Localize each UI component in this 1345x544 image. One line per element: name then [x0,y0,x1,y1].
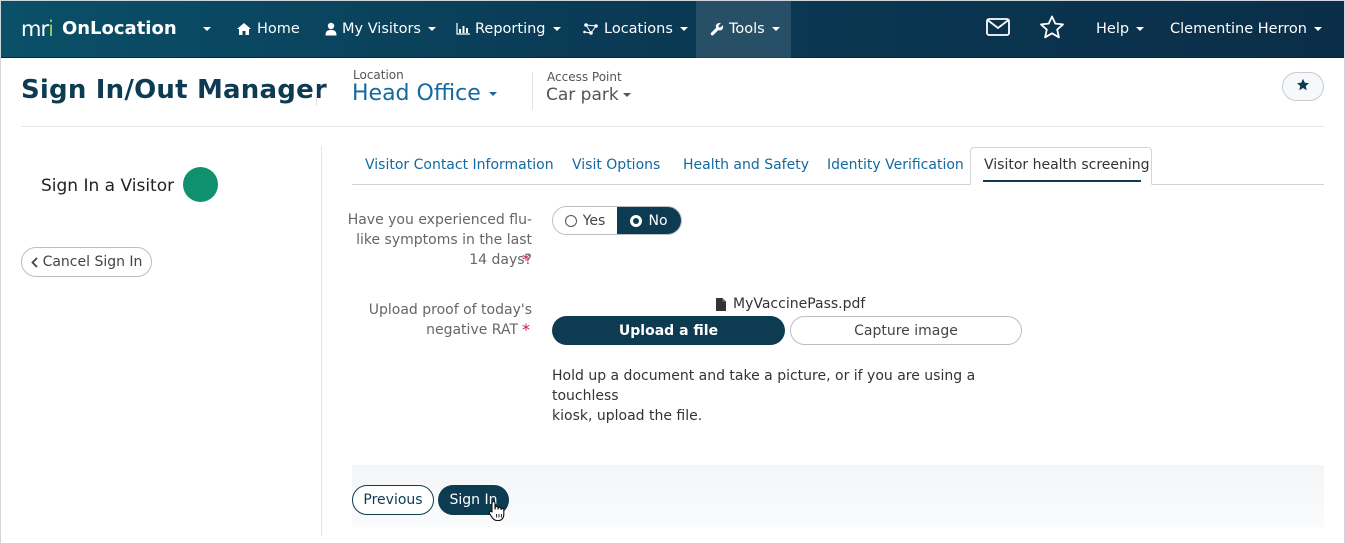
chevron-down-icon [1136,26,1145,31]
chevron-down-icon [488,91,497,96]
header-divider [316,82,317,106]
brand-name: OnLocation [61,18,177,39]
panel-divider [321,146,322,536]
tab-visitor-health-screening-label: Visitor health screening [984,157,1150,173]
rat-proof-label-line1: Upload proof of today's [368,302,532,318]
brand-menu-toggle[interactable] [196,0,211,57]
chevron-down-icon [428,26,436,31]
nav-locations-label: Locations [604,20,673,37]
active-tab-indicator [983,180,1141,182]
favorites-button[interactable] [1039,0,1065,57]
nav-tools-label: Tools [729,20,765,37]
chevron-down-icon [552,26,561,31]
home-icon [236,22,252,36]
option-yes-label: Yes [582,212,606,229]
required-asterisk: * [522,320,530,339]
wrench-icon [710,22,724,36]
envelope-icon [986,17,1010,40]
capture-image-button[interactable]: Capture image [790,316,1022,345]
star-outline-icon [1039,15,1065,43]
option-no[interactable]: No [617,207,681,234]
previous-button[interactable]: Previous [352,485,434,515]
file-icon [716,297,726,311]
radio-unchecked-icon [564,214,577,227]
hand-pointer-icon [488,500,506,526]
chevron-down-icon [771,26,780,31]
chevron-down-icon [622,93,631,97]
cancel-sign-in-button[interactable]: Cancel Sign In [21,247,152,277]
page-title: Sign In/Out Manager [21,75,327,105]
file-name: MyVaccinePass.pdf [733,296,866,312]
nav-home-label: Home [257,20,300,37]
tab-visit-options[interactable]: Visit Options [572,157,660,173]
tab-identity-verification[interactable]: Identity Verification [827,157,964,173]
radio-checked-icon [630,214,643,227]
nav-my-visitors-label: My Visitors [342,20,421,37]
bar-chart-icon [456,22,470,35]
chevron-down-icon [203,26,211,31]
flu-symptoms-label-line2: like symptoms in the last [356,232,532,248]
user-name: Clementine Herron [1170,20,1307,37]
location-value: Head Office [352,81,481,106]
header-rule [21,126,1324,127]
flu-symptoms-label-end: 14 days? [322,250,532,270]
chevron-left-icon [30,256,38,268]
access-point-selector[interactable]: Car park [546,85,631,105]
app-logo[interactable]: mri OnLocation [21,0,177,57]
nav-reporting[interactable]: Reporting [456,0,561,57]
logo-accent: i [48,16,54,41]
tab-visitor-contact-information[interactable]: Visitor Contact Information [365,157,554,173]
nav-tools[interactable]: Tools [710,0,780,57]
flu-symptoms-label-line1: Have you experienced flu- [347,212,532,228]
nav-reporting-label: Reporting [475,20,546,37]
required-asterisk: * [522,250,530,269]
required-marker: * [518,320,530,341]
tabs-baseline [352,184,1324,185]
access-point-value: Car park [546,85,619,105]
option-no-label: No [648,212,668,229]
nav-my-visitors[interactable]: My Visitors [325,0,436,57]
upload-help-line2: kiosk, upload the file. [552,408,703,424]
nav-locations[interactable]: Locations [583,0,688,57]
chevron-down-icon [1313,26,1322,31]
user-icon [325,22,337,36]
messages-button[interactable] [986,0,1010,57]
favorite-page-button[interactable] [1282,72,1324,101]
flu-symptoms-label: Have you experienced flu- like symptoms … [322,210,532,250]
header-divider [532,72,533,110]
network-icon [583,22,599,36]
flu-symptoms-toggle[interactable]: Yes No [552,206,682,235]
required-marker: * [518,250,530,271]
sign-in-heading: Sign In a Visitor [41,176,175,196]
mri-logo: mri [21,16,54,41]
upload-help-line1: Hold up a document and take a picture, o… [552,368,976,404]
uploaded-file[interactable]: MyVaccinePass.pdf [716,296,865,312]
access-point-label: Access Point [547,70,622,84]
cancel-sign-in-label: Cancel Sign In [42,254,143,270]
star-icon [1296,77,1310,96]
help-label: Help [1096,20,1130,37]
upload-file-button[interactable]: Upload a file [552,316,785,345]
user-menu[interactable]: Clementine Herron [1170,0,1322,57]
status-indicator [183,167,218,202]
option-yes[interactable]: Yes [553,207,617,234]
chevron-down-icon [679,26,688,31]
nav-home[interactable]: Home [236,0,300,57]
rat-proof-label-end: negative RAT [322,320,518,340]
help-menu[interactable]: Help [1096,0,1145,57]
location-label: Location [353,68,404,82]
upload-help-text: Hold up a document and take a picture, o… [552,366,1032,426]
rat-proof-label: Upload proof of today's [322,300,532,320]
rat-proof-label-line2: negative RAT [426,322,518,338]
location-selector[interactable]: Head Office [352,81,497,106]
tab-health-and-safety[interactable]: Health and Safety [683,157,809,173]
